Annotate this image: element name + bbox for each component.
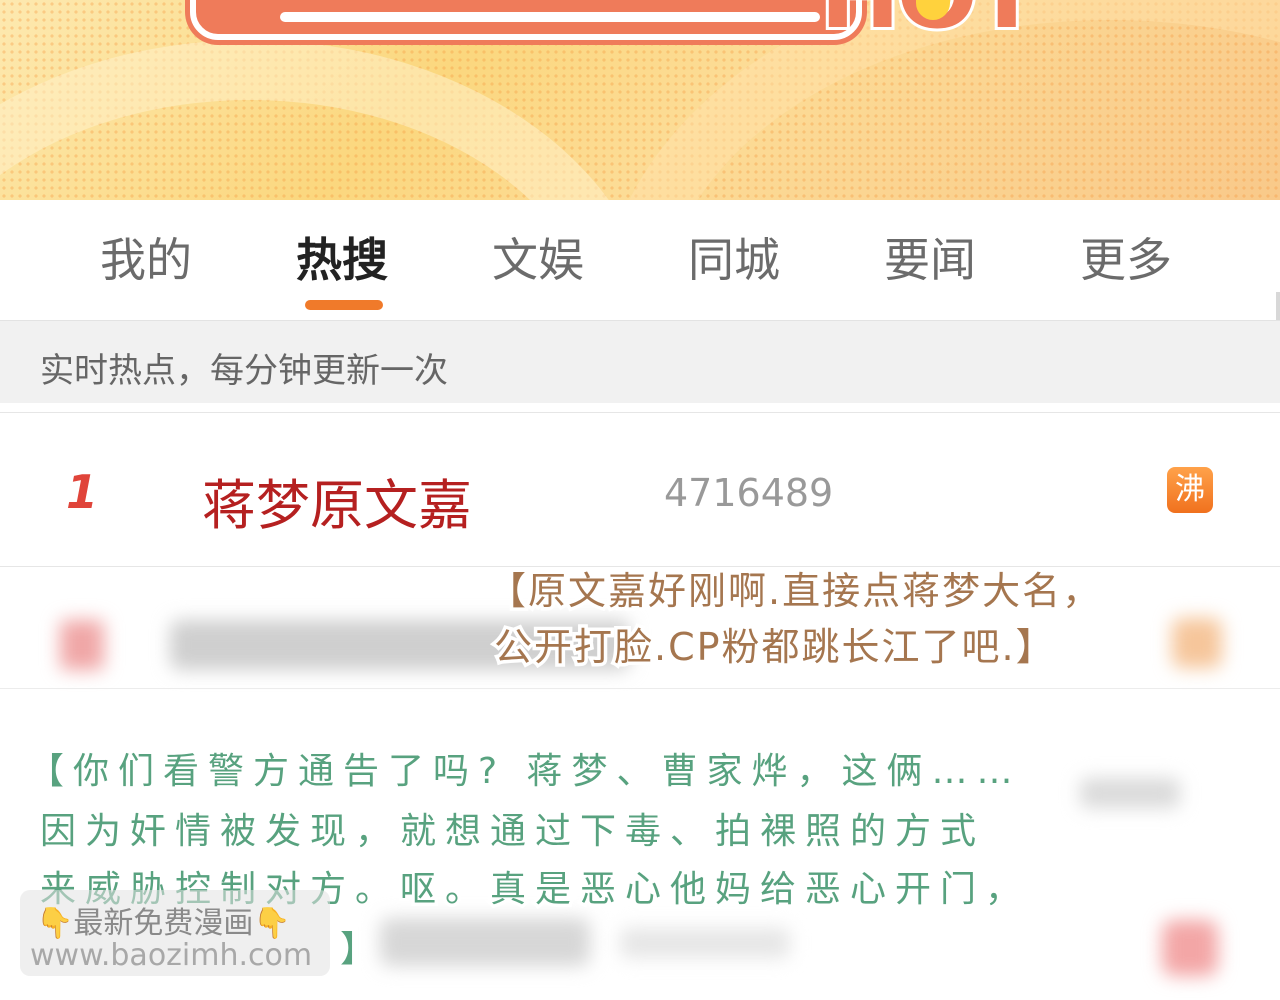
tab-more[interactable]: 更多 (1080, 224, 1172, 290)
realtime-subheader: 实时热点，每分钟更新一次 (0, 320, 1280, 403)
blurred-rank (60, 620, 104, 670)
tab-hot-search[interactable]: 热搜 (296, 224, 388, 290)
hot-list-row[interactable]: 1 蒋梦原文嘉 4716489 沸 (0, 412, 1280, 567)
watermark-url: www.baozimh.com (30, 938, 313, 973)
comment-caption-green-line2: 因为奸情被发现，就想通过下毒、拍裸照的方式 (36, 808, 986, 856)
hot-topic-title[interactable]: 蒋梦原文嘉 (202, 461, 472, 540)
hot-count: 4716489 (664, 471, 834, 515)
hot-search-banner: HOT (0, 0, 1280, 200)
blurred-badge (1162, 920, 1218, 976)
comment-caption-green-line4: 】 (336, 926, 386, 974)
comment-caption-brown-line1: 【原文嘉好刚啊.直接点蒋梦大名， (484, 566, 1103, 617)
banner-title-bar-highlight (280, 12, 820, 22)
active-tab-indicator (305, 300, 383, 310)
comment-caption-brown-line2: 公开打脸.CP粉都跳长江了吧.】 (491, 622, 1058, 673)
row-divider (0, 688, 1280, 689)
tab-entertainment[interactable]: 文娱 (492, 224, 584, 290)
tab-mine[interactable]: 我的 (100, 224, 192, 290)
watermark-promo-text: 👇最新免费漫画👇 (36, 906, 291, 941)
comment-caption-green-line1: 【你们看警方通告了吗? 蒋梦、曹家烨，这俩…… (25, 748, 1022, 796)
blurred-count (1080, 778, 1180, 808)
subheader-text: 实时热点，每分钟更新一次 (40, 351, 448, 391)
boiling-badge: 沸 (1167, 467, 1213, 513)
tab-local[interactable]: 同城 (688, 224, 780, 290)
blurred-badge (1172, 618, 1222, 668)
rank-number: 1 (66, 465, 99, 519)
site-watermark: 👇最新免费漫画👇 www.baozimh.com (20, 890, 330, 976)
blurred-count (620, 928, 790, 958)
blurred-topic (380, 918, 590, 966)
tab-bar: 我的 热搜 文娱 同城 要闻 更多 (0, 200, 1280, 318)
tab-news[interactable]: 要闻 (884, 224, 976, 290)
